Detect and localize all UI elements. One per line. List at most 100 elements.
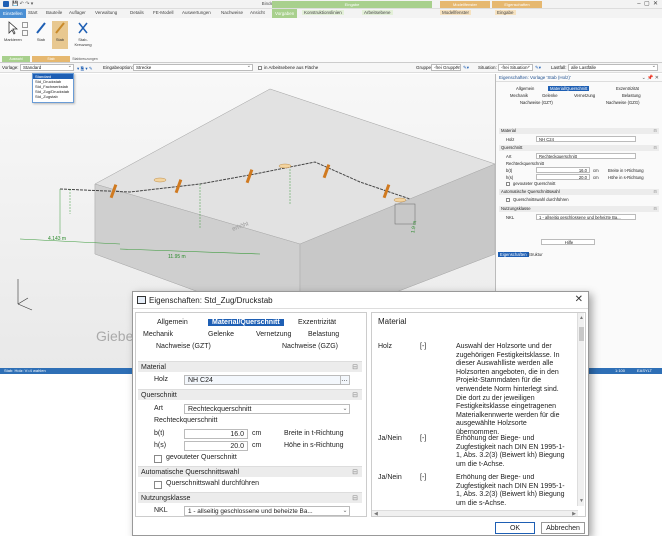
dialog-tab-belastung[interactable]: Belastung bbox=[308, 331, 339, 338]
dialog-tab-mechanik[interactable]: Mechanik bbox=[143, 331, 173, 338]
b-field[interactable]: 16.0 bbox=[184, 429, 248, 439]
panel-hilfe-button[interactable]: Hilfe bbox=[541, 239, 595, 245]
stab-kreuzung-button[interactable]: Stab-Kreuzung bbox=[72, 21, 94, 49]
cancel-button[interactable]: Abbrechen bbox=[541, 522, 585, 534]
tab-start[interactable]: Start bbox=[28, 10, 38, 15]
tab-vorgaben[interactable]: Vorgaben bbox=[272, 9, 298, 18]
panel-tab-allgemein[interactable]: Allgemein bbox=[516, 86, 534, 91]
chevron-down-icon[interactable]: ⌄ bbox=[341, 507, 349, 515]
stab-holz-button[interactable]: Stab bbox=[52, 21, 68, 49]
panel-auto-label: Querschnittswahl durchführen bbox=[513, 197, 569, 202]
section-material[interactable]: Material bbox=[138, 361, 362, 373]
panel-b-field[interactable]: 16.0 bbox=[536, 167, 590, 173]
situation-select[interactable]: -frei Situation- bbox=[498, 64, 533, 71]
eingabeoption-label: Eingabeoption: bbox=[103, 65, 134, 70]
panel-section-querschnitt[interactable]: Querschnitt bbox=[499, 145, 659, 151]
panel-section-material[interactable]: Material bbox=[499, 128, 659, 134]
tab-details[interactable]: Details bbox=[130, 10, 144, 15]
dialog-tab-gzt[interactable]: Nachweise (GZT) bbox=[156, 343, 211, 350]
panel-b-label: b(t) bbox=[506, 168, 513, 173]
dialog-tab-exzentrizitaet[interactable]: Exzentrizität bbox=[298, 319, 336, 326]
situation-tool-icon[interactable]: ✎▾ bbox=[535, 65, 541, 71]
gruppe-tool-icon[interactable]: ✎▾ bbox=[463, 65, 469, 71]
panel-tab-gelenke[interactable]: Gelenke bbox=[542, 93, 558, 98]
panel-holz-field[interactable]: NH C24 bbox=[536, 136, 636, 142]
help-scrollbar[interactable]: ▲ ▼ bbox=[577, 313, 584, 506]
panel-tab-gzt[interactable]: Nachweise (GZT) bbox=[520, 100, 553, 105]
tab-konstruktionslinien[interactable]: Konstruktionslinien bbox=[302, 10, 344, 15]
help-text: Auswahl der Holzsorte und der zugehörige… bbox=[456, 343, 560, 436]
arbeitsebene-checkbox[interactable] bbox=[258, 66, 262, 70]
tab-einstellen[interactable]: Einstellen bbox=[0, 9, 26, 18]
tab-bauteile[interactable]: Bauteile bbox=[46, 10, 62, 15]
h-field[interactable]: 20.0 bbox=[184, 441, 248, 451]
chevron-down-icon[interactable]: ⌄ bbox=[341, 405, 349, 413]
dim-label-1: 4.143 m bbox=[48, 236, 67, 242]
holz-field[interactable]: NH C24 … bbox=[184, 375, 350, 385]
panel-gevoutet-checkbox[interactable] bbox=[506, 182, 510, 186]
giebel-label: Giebel bbox=[96, 328, 137, 344]
tab-ansicht[interactable]: Ansicht bbox=[250, 10, 265, 15]
dialog-tab-vernetzung[interactable]: Vernetzung bbox=[256, 331, 291, 338]
filter-icon[interactable] bbox=[22, 30, 28, 36]
dialog-tab-gelenke[interactable]: Gelenke bbox=[208, 331, 234, 338]
panel-pin-icon[interactable]: ⌄ 📌 ✕ bbox=[642, 75, 659, 81]
panel-tab-exzentrizitaet[interactable]: Exzentrizität bbox=[616, 86, 639, 91]
panel-art-select[interactable]: Rechteckquerschnitt bbox=[536, 153, 636, 159]
panel-h-field[interactable]: 20.0 bbox=[536, 174, 590, 180]
vorlage-tool-icons[interactable]: ▾ 🗎 ▾ ✎ bbox=[77, 65, 93, 73]
panel-h-desc: Höhe in s-Richtung bbox=[608, 175, 644, 180]
panel-auto-checkbox[interactable] bbox=[506, 198, 510, 202]
tab-auflager[interactable]: Auflager bbox=[69, 10, 86, 15]
panel-tab-vernetzung[interactable]: Vernetzung bbox=[574, 93, 595, 98]
gruppe-select[interactable]: -frei Gruppen- bbox=[431, 64, 461, 71]
status-scale[interactable]: 1:100 bbox=[615, 368, 625, 374]
tab-auswertungen[interactable]: Auswertungen bbox=[182, 10, 211, 15]
markieren-button[interactable]: Markieren bbox=[4, 21, 22, 49]
status-mode[interactable]: EASYLT bbox=[637, 368, 652, 374]
select-icon[interactable] bbox=[22, 22, 28, 28]
panel-holz-label: Holz bbox=[506, 137, 515, 142]
panel-tab-mechanik[interactable]: Mechanik bbox=[510, 93, 528, 98]
section-auto-querschnitt[interactable]: Automatische Querschnittswahl bbox=[138, 466, 362, 478]
nkl-select[interactable]: 1 - allseitig geschlossene und beheizte … bbox=[184, 506, 350, 516]
dim-label-2: 11.95 m bbox=[168, 254, 186, 260]
ribbon: Markieren Stab Stab Stab-Kreuzung Auswah… bbox=[0, 18, 662, 63]
lastfall-select[interactable]: alle Lastfälle bbox=[568, 64, 658, 71]
help-hscrollbar[interactable]: ◀ ▶ bbox=[372, 510, 578, 516]
auto-checkbox[interactable] bbox=[154, 481, 162, 489]
window-controls[interactable]: – ▢ ✕ bbox=[637, 0, 658, 7]
tab-eingabe[interactable]: Eingabe bbox=[495, 10, 516, 15]
tab-modellfenster[interactable]: Modellfenster bbox=[440, 10, 472, 15]
panel-section-nk[interactable]: Nutzungsklasse bbox=[499, 206, 659, 212]
panel-tab-material[interactable]: Material/Querschnitt bbox=[548, 86, 590, 91]
quick-access-icons[interactable]: 💾 ↶ ↷ ▾ bbox=[12, 1, 33, 7]
tab-arbeitsebene[interactable]: Arbeitsebene bbox=[362, 10, 393, 15]
gevoutet-checkbox[interactable] bbox=[154, 455, 162, 463]
vorlage-dropdown[interactable]: Standard Std_Druckstab Std_Fachwerkstab … bbox=[32, 73, 74, 103]
vorlage-select[interactable]: Standard bbox=[20, 64, 74, 71]
panel-tab-belastung[interactable]: Belastung bbox=[622, 93, 641, 98]
panel-tab-eigenschaften[interactable]: Eigenschaften bbox=[498, 252, 529, 257]
axis-y bbox=[17, 297, 29, 305]
panel-nkl-select[interactable]: 1 - allseitig geschlossene und beheizte … bbox=[536, 214, 636, 220]
tab-fe-modell[interactable]: FE-Modell bbox=[153, 10, 174, 15]
dialog-tab-material[interactable]: Material/Querschnitt bbox=[208, 319, 284, 326]
dialog-tab-gzg[interactable]: Nachweise (GZG) bbox=[282, 343, 338, 350]
dropdown-item[interactable]: Std_Zugstab bbox=[33, 94, 73, 99]
holz-browse-button[interactable]: … bbox=[340, 376, 348, 384]
eingabeoption-select[interactable]: Strecke bbox=[133, 64, 253, 71]
panel-section-auto[interactable]: Automatische Querschnittswahl bbox=[499, 189, 659, 195]
close-icon[interactable]: ✕ bbox=[575, 294, 583, 305]
tab-nachweise[interactable]: Nachweise bbox=[221, 10, 243, 15]
section-querschnitt[interactable]: Querschnitt bbox=[138, 389, 362, 401]
art-select[interactable]: Rechteckquerschnitt ⌄ bbox=[184, 404, 350, 414]
panel-tab-struktur[interactable]: Struktur bbox=[528, 252, 543, 257]
panel-tab-gzg[interactable]: Nachweise (GZG) bbox=[606, 100, 640, 105]
help-pane: Material ▲ ▼ ◀ ▶ Holz [-] Auswahl der Ho… bbox=[371, 312, 586, 517]
stab-button[interactable]: Stab bbox=[33, 21, 49, 49]
section-nutzungsklasse[interactable]: Nutzungsklasse bbox=[138, 492, 362, 504]
tab-verwaltung[interactable]: Verwaltung bbox=[95, 10, 117, 15]
dialog-tab-allgemein[interactable]: Allgemein bbox=[157, 319, 188, 326]
ok-button[interactable]: OK bbox=[495, 522, 535, 534]
